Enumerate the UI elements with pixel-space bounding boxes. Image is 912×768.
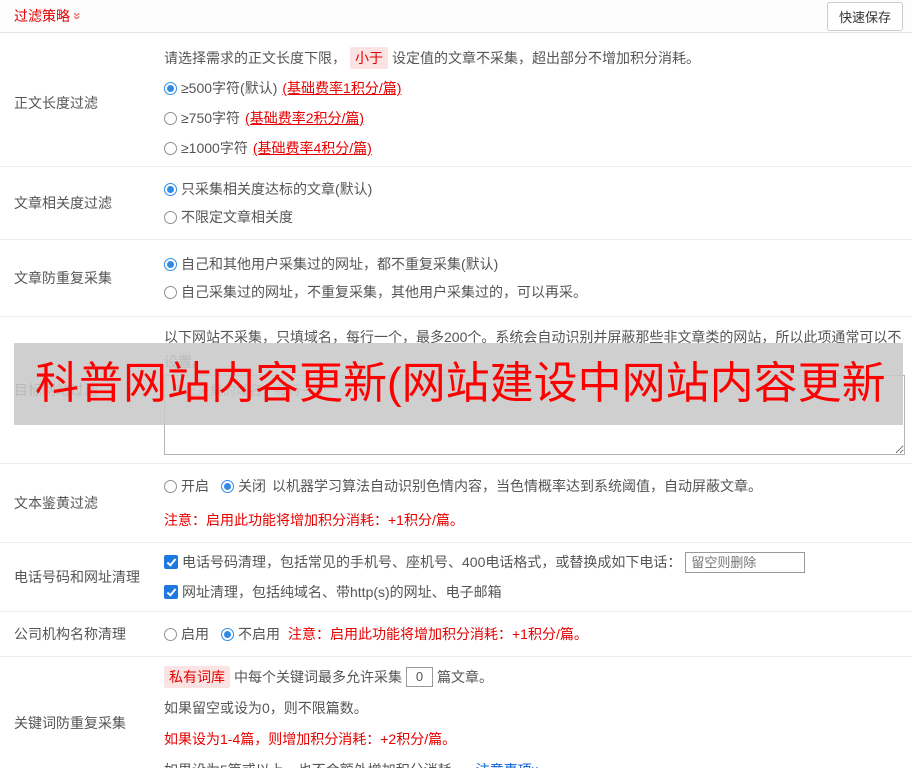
length-intro: 请选择需求的正文长度下限， 小于 设定值的文章不采集，超出部分不增加积分消耗。 bbox=[164, 43, 905, 73]
replacement-phone-input[interactable] bbox=[685, 551, 806, 573]
section-body-length-filter: 正文长度过滤 请选择需求的正文长度下限， 小于 设定值的文章不采集，超出部分不增… bbox=[0, 33, 912, 167]
checkbox-label: 电话号码清理，包括常见的手机号、座机号、400电话格式，或替换成如下电话： bbox=[182, 554, 682, 570]
watermark-overlay-banner: 科普网站内容更新(网站建设中网站内容更新 bbox=[14, 343, 903, 425]
radio-selected-icon[interactable] bbox=[164, 81, 177, 95]
company-clean-enable-option[interactable]: 启用 bbox=[164, 624, 209, 644]
line4-text: 如果设为5篇或以上，也不会额外增加积分消耗。 bbox=[164, 760, 466, 768]
checkbox-checked-icon[interactable] bbox=[164, 555, 178, 569]
intro-text-before: 请选择需求的正文长度下限， bbox=[164, 50, 346, 66]
company-clean-cost-note: 注意：启用此功能将增加积分消耗：+1积分/篇。 bbox=[288, 626, 588, 642]
radio-icon[interactable] bbox=[164, 141, 177, 155]
page-title[interactable]: 过滤策略 » bbox=[14, 6, 86, 26]
porn-filter-description: 以机器学习算法自动识别色情内容，当色情概率达到系统阈值，自动屏蔽文章。 bbox=[272, 478, 762, 494]
option-cost-note: (基础费率2积分/篇) bbox=[245, 110, 365, 126]
quick-save-button[interactable]: 快速保存 bbox=[826, 1, 903, 31]
keyword-dedup-line1: 私有词库 中每个关键词最多允许采集 篇文章。 bbox=[164, 661, 905, 692]
section-label: 关键词防重复采集 bbox=[14, 715, 126, 731]
section-label: 公司机构名称清理 bbox=[14, 626, 126, 642]
radio-icon[interactable] bbox=[164, 479, 177, 493]
checkbox-label: 网址清理，包括纯域名、带http(s)的网址、电子邮箱 bbox=[182, 584, 502, 600]
relevance-option-any[interactable]: 不限定文章相关度 bbox=[164, 203, 905, 231]
option-text: ≥500字符(默认) bbox=[181, 80, 278, 96]
option-text: 不启用 bbox=[238, 626, 280, 642]
keyword-dedup-line2: 如果留空或设为0，则不限篇数。 bbox=[164, 699, 368, 716]
length-option-750[interactable]: ≥750字符 (基础费率2积分/篇) bbox=[164, 103, 905, 133]
option-text: 只采集相关度达标的文章(默认) bbox=[181, 181, 373, 197]
length-option-500[interactable]: ≥500字符(默认) (基础费率1积分/篇) bbox=[164, 73, 905, 103]
radio-icon[interactable] bbox=[164, 627, 177, 641]
option-text: 关闭 bbox=[238, 478, 266, 494]
section-porn-filter: 文本鉴黄过滤 开启 关闭 以机器学习算法自动识别色情内容，当色情概率达到系统阈值… bbox=[0, 464, 912, 543]
radio-icon[interactable] bbox=[164, 111, 177, 125]
radio-icon[interactable] bbox=[164, 210, 177, 224]
section-label: 文本鉴黄过滤 bbox=[14, 495, 98, 511]
topbar: 过滤策略 » 快速保存 bbox=[0, 0, 912, 33]
section-relevance-filter: 文章相关度过滤 只采集相关度达标的文章(默认) 不限定文章相关度 bbox=[0, 167, 912, 240]
section-phone-url-clean: 电话号码和网址清理 电话号码清理，包括常见的手机号、座机号、400电话格式，或替… bbox=[0, 543, 912, 612]
notes-link[interactable]: 注意事项 bbox=[476, 760, 532, 768]
option-text: 自己采集过的网址，不重复采集，其他用户采集过的，可以再采。 bbox=[181, 284, 587, 300]
section-label: 文章防重复采集 bbox=[14, 270, 112, 286]
less-than-chip: 小于 bbox=[350, 47, 388, 69]
section-keyword-dedup: 关键词防重复采集 私有词库 中每个关键词最多允许采集 篇文章。 如果留空或设为0… bbox=[0, 657, 912, 768]
keyword-dedup-line4: 如果设为5篇或以上，也不会额外增加积分消耗。 注意事项 » bbox=[164, 754, 905, 768]
keyword-dedup-cost-note: 如果设为1-4篇，则增加积分消耗：+2积分/篇。 bbox=[164, 730, 457, 747]
option-cost-note: (基础费率1积分/篇) bbox=[282, 80, 402, 96]
company-clean-disable-option[interactable]: 不启用 bbox=[221, 624, 280, 644]
option-text: 启用 bbox=[181, 626, 209, 642]
checkbox-checked-icon[interactable] bbox=[164, 585, 178, 599]
watermark-text: 科普网站内容更新(网站建设中网站内容更新 bbox=[35, 359, 886, 408]
option-text: 自己和其他用户采集过的网址，都不重复采集(默认) bbox=[181, 256, 499, 272]
radio-selected-icon[interactable] bbox=[164, 182, 177, 196]
intro-text-after: 设定值的文章不采集，超出部分不增加积分消耗。 bbox=[392, 50, 700, 66]
option-text: ≥1000字符 bbox=[181, 140, 248, 156]
page-title-text: 过滤策略 bbox=[14, 8, 70, 24]
dedup-option-all-users[interactable]: 自己和其他用户采集过的网址，都不重复采集(默认) bbox=[164, 250, 905, 278]
radio-icon[interactable] bbox=[164, 285, 177, 299]
max-articles-count-input[interactable] bbox=[406, 666, 433, 687]
porn-filter-on-option[interactable]: 开启 bbox=[164, 476, 209, 496]
option-text: ≥750字符 bbox=[181, 110, 241, 126]
porn-filter-off-option[interactable]: 关闭 bbox=[221, 476, 266, 496]
radio-selected-icon[interactable] bbox=[164, 257, 177, 271]
section-label: 正文长度过滤 bbox=[14, 95, 98, 111]
url-clean-checkbox-row[interactable]: 网址清理，包括纯域名、带http(s)的网址、电子邮箱 bbox=[164, 577, 905, 607]
section-label: 电话号码和网址清理 bbox=[14, 569, 140, 585]
dedup-option-self-only[interactable]: 自己采集过的网址，不重复采集，其他用户采集过的，可以再采。 bbox=[164, 278, 905, 306]
option-text: 不限定文章相关度 bbox=[181, 209, 293, 225]
private-thesaurus-link[interactable]: 私有词库 bbox=[164, 665, 230, 688]
filter-strategy-page: 过滤策略 » 快速保存 正文长度过滤 请选择需求的正文长度下限， 小于 设定值的… bbox=[0, 0, 912, 768]
radio-selected-icon[interactable] bbox=[221, 479, 234, 493]
section-label: 文章相关度过滤 bbox=[14, 195, 112, 211]
porn-filter-cost-note: 注意：启用此功能将增加积分消耗：+1积分/篇。 bbox=[164, 512, 464, 528]
section-company-clean: 公司机构名称清理 启用 不启用 注意：启用此功能将增加积分消耗：+1积分/篇。 bbox=[0, 612, 912, 657]
double-chevron-down-icon: » bbox=[69, 12, 86, 20]
radio-selected-icon[interactable] bbox=[221, 627, 234, 641]
option-text: 开启 bbox=[181, 478, 209, 494]
length-option-1000[interactable]: ≥1000字符 (基础费率4积分/篇) bbox=[164, 133, 905, 163]
line1-text: 中每个关键词最多允许采集 bbox=[234, 668, 402, 685]
relevance-option-strict[interactable]: 只采集相关度达标的文章(默认) bbox=[164, 175, 905, 203]
section-dedup-filter: 文章防重复采集 自己和其他用户采集过的网址，都不重复采集(默认) 自己采集过的网… bbox=[0, 240, 912, 317]
option-cost-note: (基础费率4积分/篇) bbox=[252, 140, 372, 156]
phone-clean-checkbox-row[interactable]: 电话号码清理，包括常见的手机号、座机号、400电话格式，或替换成如下电话： bbox=[164, 547, 905, 577]
line1-suffix: 篇文章。 bbox=[437, 668, 493, 685]
